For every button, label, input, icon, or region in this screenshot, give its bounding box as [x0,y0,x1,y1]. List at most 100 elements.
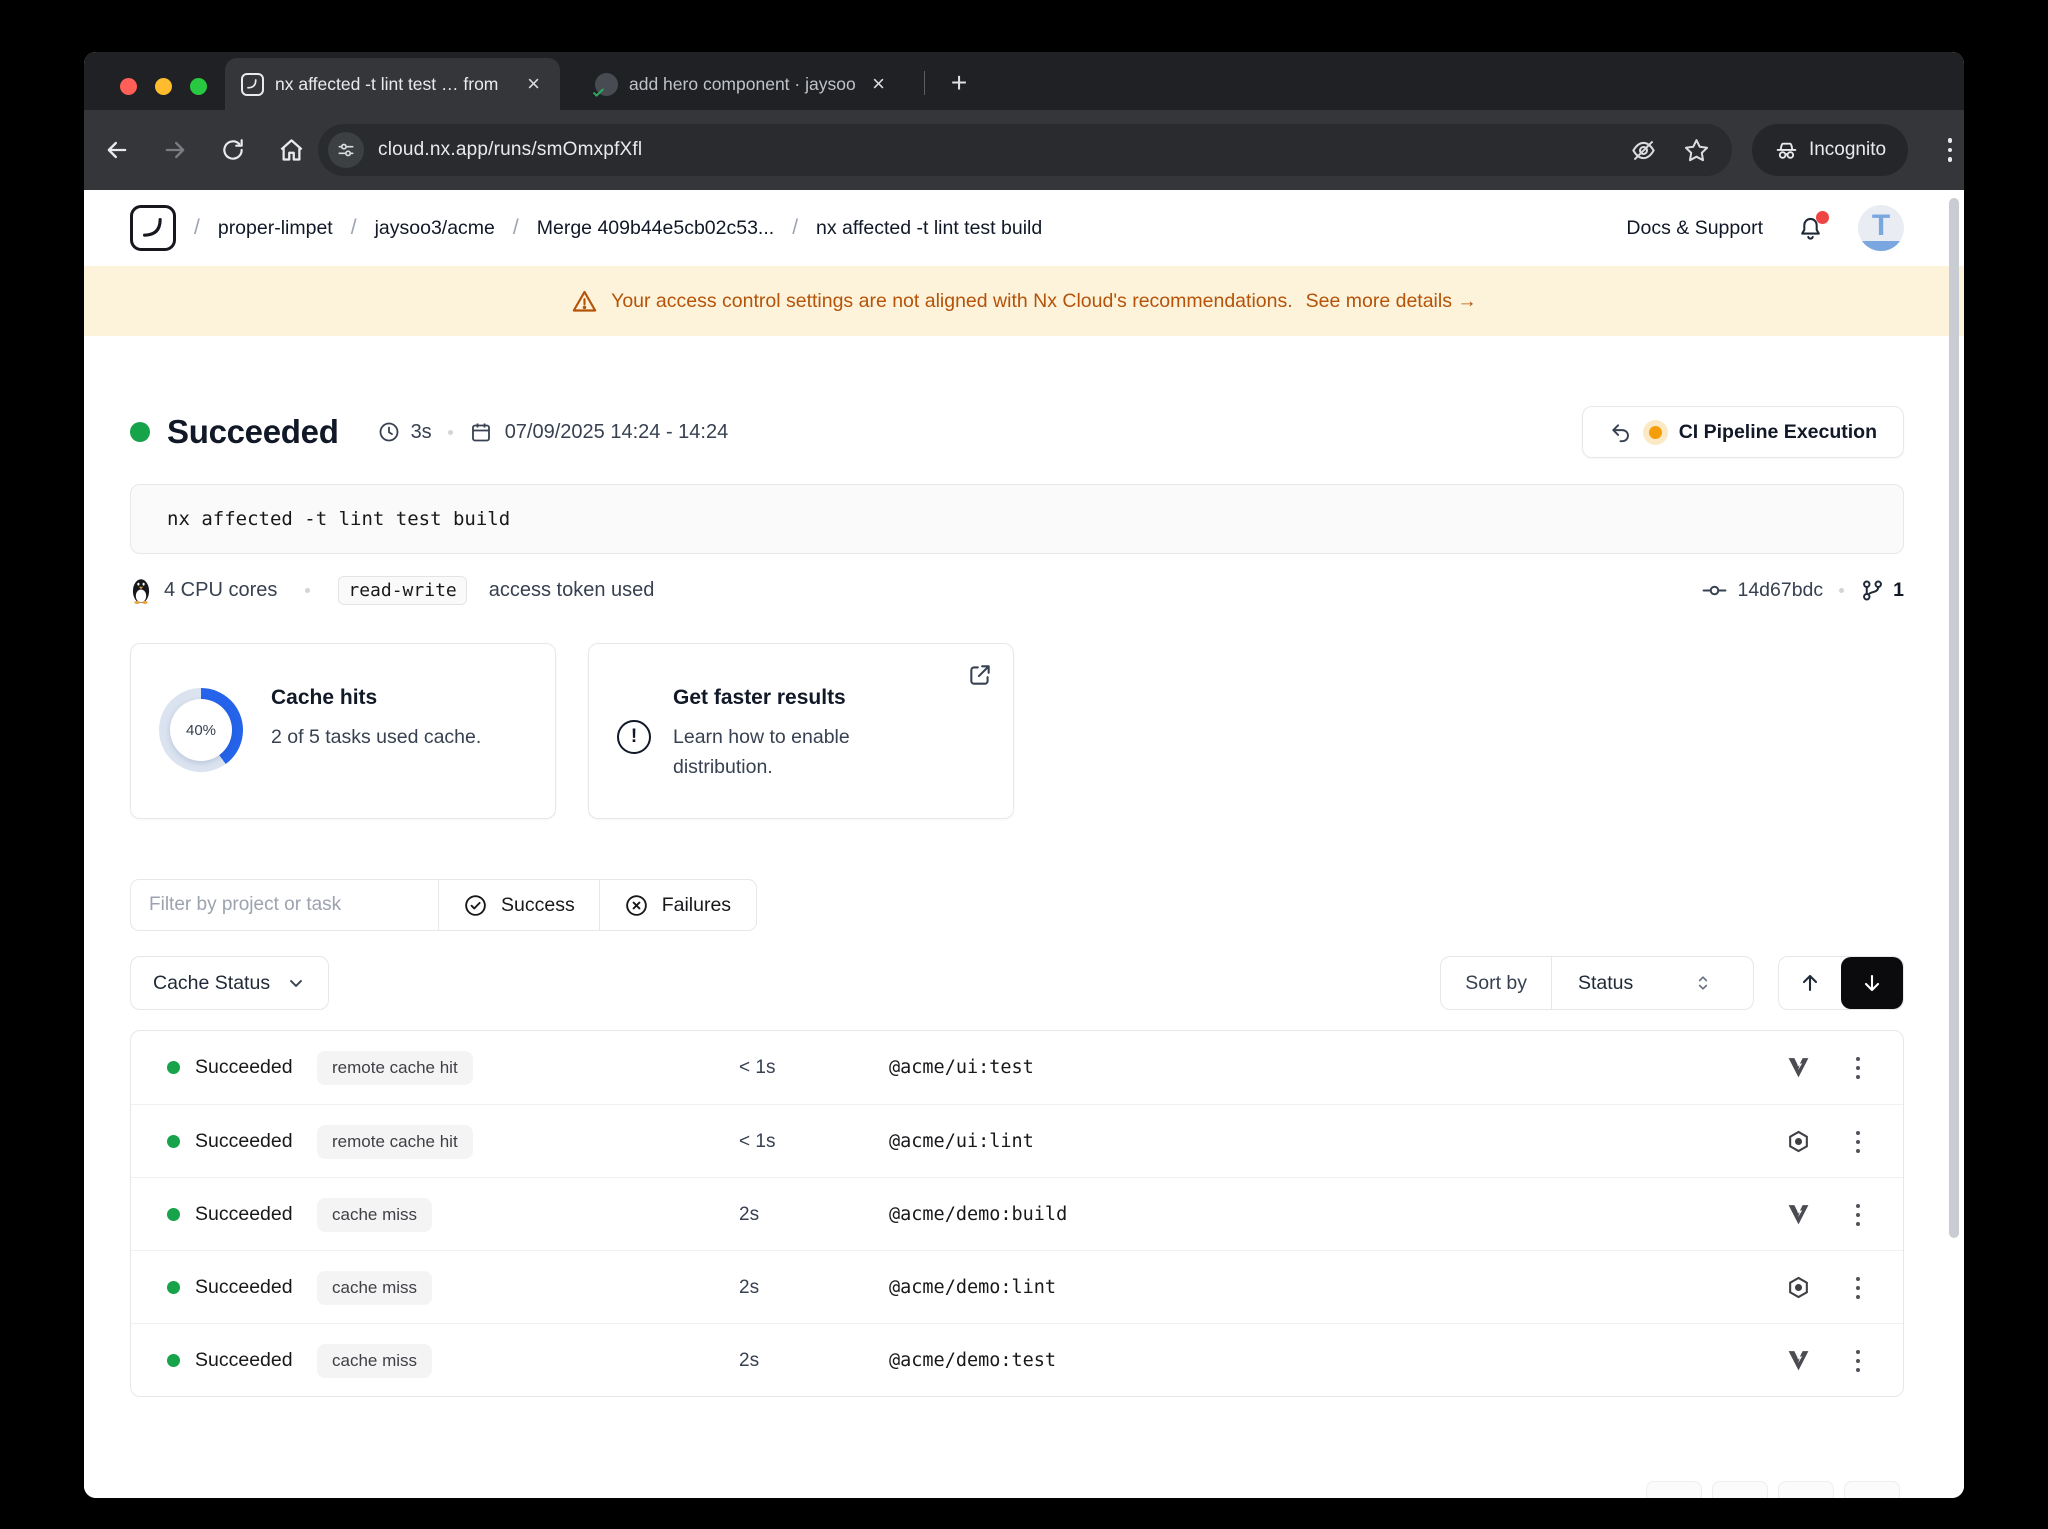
tab-background[interactable]: add hero component · jaysoo × [579,58,905,110]
pagination-button[interactable] [1712,1481,1768,1498]
pipeline-status-dot [1649,426,1662,439]
breadcrumb-separator: / [194,216,200,240]
address-bar[interactable]: cloud.nx.app/runs/smOmxpfXfl [318,124,1732,176]
table-row[interactable]: Succeeded cache miss 2s @acme/demo:lint [131,1250,1903,1323]
vite-icon [1786,1348,1811,1373]
branch-count: 1 [1893,579,1904,602]
linux-penguin-icon [130,576,152,604]
separator-dot [305,588,310,593]
window-controls [120,78,207,95]
status-dot [167,1061,180,1074]
external-link-icon[interactable] [967,662,993,688]
row-status: Succeeded [195,1251,293,1324]
row-menu-button[interactable] [1843,1346,1873,1376]
ci-pipeline-execution-button[interactable]: CI Pipeline Execution [1582,406,1904,458]
tab-close-icon[interactable]: × [866,71,891,97]
minimize-window-button[interactable] [155,78,172,95]
cache-status-label: Cache Status [153,972,270,995]
pagination-button[interactable] [1646,1481,1702,1498]
sort-ascending-button[interactable] [1779,957,1841,1009]
cpu-cores: 4 CPU cores [164,579,277,602]
row-task-name[interactable]: @acme/ui:test [889,1031,1034,1104]
breadcrumb-repo[interactable]: jaysoo3/acme [375,217,495,240]
cache-badge: cache miss [317,1198,432,1232]
table-row[interactable]: Succeeded remote cache hit < 1s @acme/ui… [131,1104,1903,1177]
page-content: / proper-limpet / jaysoo3/acme / Merge 4… [84,190,1964,1498]
cache-hits-donut: 40% [159,688,243,772]
cache-hits-title: Cache hits [271,686,481,710]
breadcrumb-commit[interactable]: Merge 409b44e5cb02c53... [537,217,774,240]
row-task-name[interactable]: @acme/demo:test [889,1324,1056,1397]
nx-cloud-logo-icon[interactable] [130,205,176,251]
user-avatar[interactable]: T [1858,205,1904,251]
table-row[interactable]: Succeeded cache miss 2s @acme/demo:test [131,1323,1903,1396]
separator-dot [1839,588,1844,593]
faster-results-card[interactable]: ! Get faster results Learn how to enable… [588,643,1014,819]
browser-window: nx affected -t lint test … from × add he… [84,52,1964,1498]
status-dot [167,1354,180,1367]
tab-close-icon[interactable]: × [521,71,546,97]
calendar-icon [469,420,493,444]
row-task-name[interactable]: @acme/demo:lint [889,1251,1056,1324]
row-menu-button[interactable] [1843,1053,1873,1083]
cache-hits-percent: 40% [159,688,243,772]
back-button[interactable] [100,133,134,167]
sort-select[interactable]: Status [1551,957,1753,1009]
incognito-icon [1774,138,1799,163]
tab-current[interactable]: nx affected -t lint test … from × [225,58,560,110]
chevron-down-icon [286,973,306,993]
breadcrumb-workspace[interactable]: proper-limpet [218,217,333,240]
browser-menu-button[interactable] [1934,134,1964,166]
row-task-name[interactable]: @acme/demo:build [889,1178,1067,1251]
commit-hash[interactable]: 14d67bdc [1737,579,1823,602]
filter-input[interactable] [149,894,420,916]
task-table: Succeeded remote cache hit < 1s @acme/ui… [130,1030,1904,1397]
close-window-button[interactable] [120,78,137,95]
browser-toolbar: cloud.nx.app/runs/smOmxpfXfl Incognito [84,110,1964,190]
page-scrollbar[interactable] [1949,198,1959,1238]
sort-descending-button[interactable] [1841,957,1903,1009]
arrow-down-icon [1860,971,1884,995]
row-menu-button[interactable] [1843,1273,1873,1303]
zoom-window-button[interactable] [190,78,207,95]
banner-see-more-link[interactable]: See more details → [1306,290,1477,313]
url-text[interactable]: cloud.nx.app/runs/smOmxpfXfl [378,139,642,161]
row-task-name[interactable]: @acme/ui:lint [889,1105,1034,1178]
pagination-button[interactable] [1844,1481,1900,1498]
check-circle-icon [463,893,488,918]
run-status-row: Succeeded 3s 07/09/2025 14:24 - 14:24 CI… [130,406,1904,458]
eslint-icon [1786,1275,1811,1300]
sort-value: Status [1578,972,1633,995]
cache-hits-card[interactable]: 40% Cache hits 2 of 5 tasks used cache. [130,643,556,819]
tools-row: Cache Status Sort by Status [130,956,1904,1010]
home-button[interactable] [274,133,308,167]
breadcrumb-run[interactable]: nx affected -t lint test build [816,217,1042,240]
faster-results-title: Get faster results [673,686,903,710]
filter-success-button[interactable]: Success [438,880,599,930]
forward-button[interactable] [158,133,192,167]
docs-support-link[interactable]: Docs & Support [1626,217,1763,240]
password-eye-off-icon[interactable] [1630,137,1657,164]
vite-icon [1786,1202,1811,1227]
faster-results-subtitle: Learn how to enable distribution. [673,722,903,782]
status-dot [167,1281,180,1294]
row-menu-button[interactable] [1843,1200,1873,1230]
pagination-button[interactable] [1778,1481,1834,1498]
bookmark-star-icon[interactable] [1683,137,1710,164]
access-control-banner: Your access control settings are not ali… [84,266,1964,336]
site-settings-icon[interactable] [328,132,364,168]
row-status: Succeeded [195,1105,293,1178]
undo-icon [1609,421,1632,444]
reload-button[interactable] [216,133,250,167]
warning-triangle-icon [571,288,598,315]
cache-status-dropdown[interactable]: Cache Status [130,956,329,1010]
notifications-button[interactable] [1797,215,1824,242]
eslint-icon [1786,1129,1811,1154]
new-tab-button[interactable]: + [940,64,978,102]
filter-failures-button[interactable]: Failures [599,880,755,930]
row-menu-button[interactable] [1843,1127,1873,1157]
table-row[interactable]: Succeeded cache miss 2s @acme/demo:build [131,1177,1903,1250]
table-row[interactable]: Succeeded remote cache hit < 1s @acme/ui… [131,1031,1903,1104]
tab-title: nx affected -t lint test … from [275,74,510,95]
commit-icon [1702,578,1727,603]
